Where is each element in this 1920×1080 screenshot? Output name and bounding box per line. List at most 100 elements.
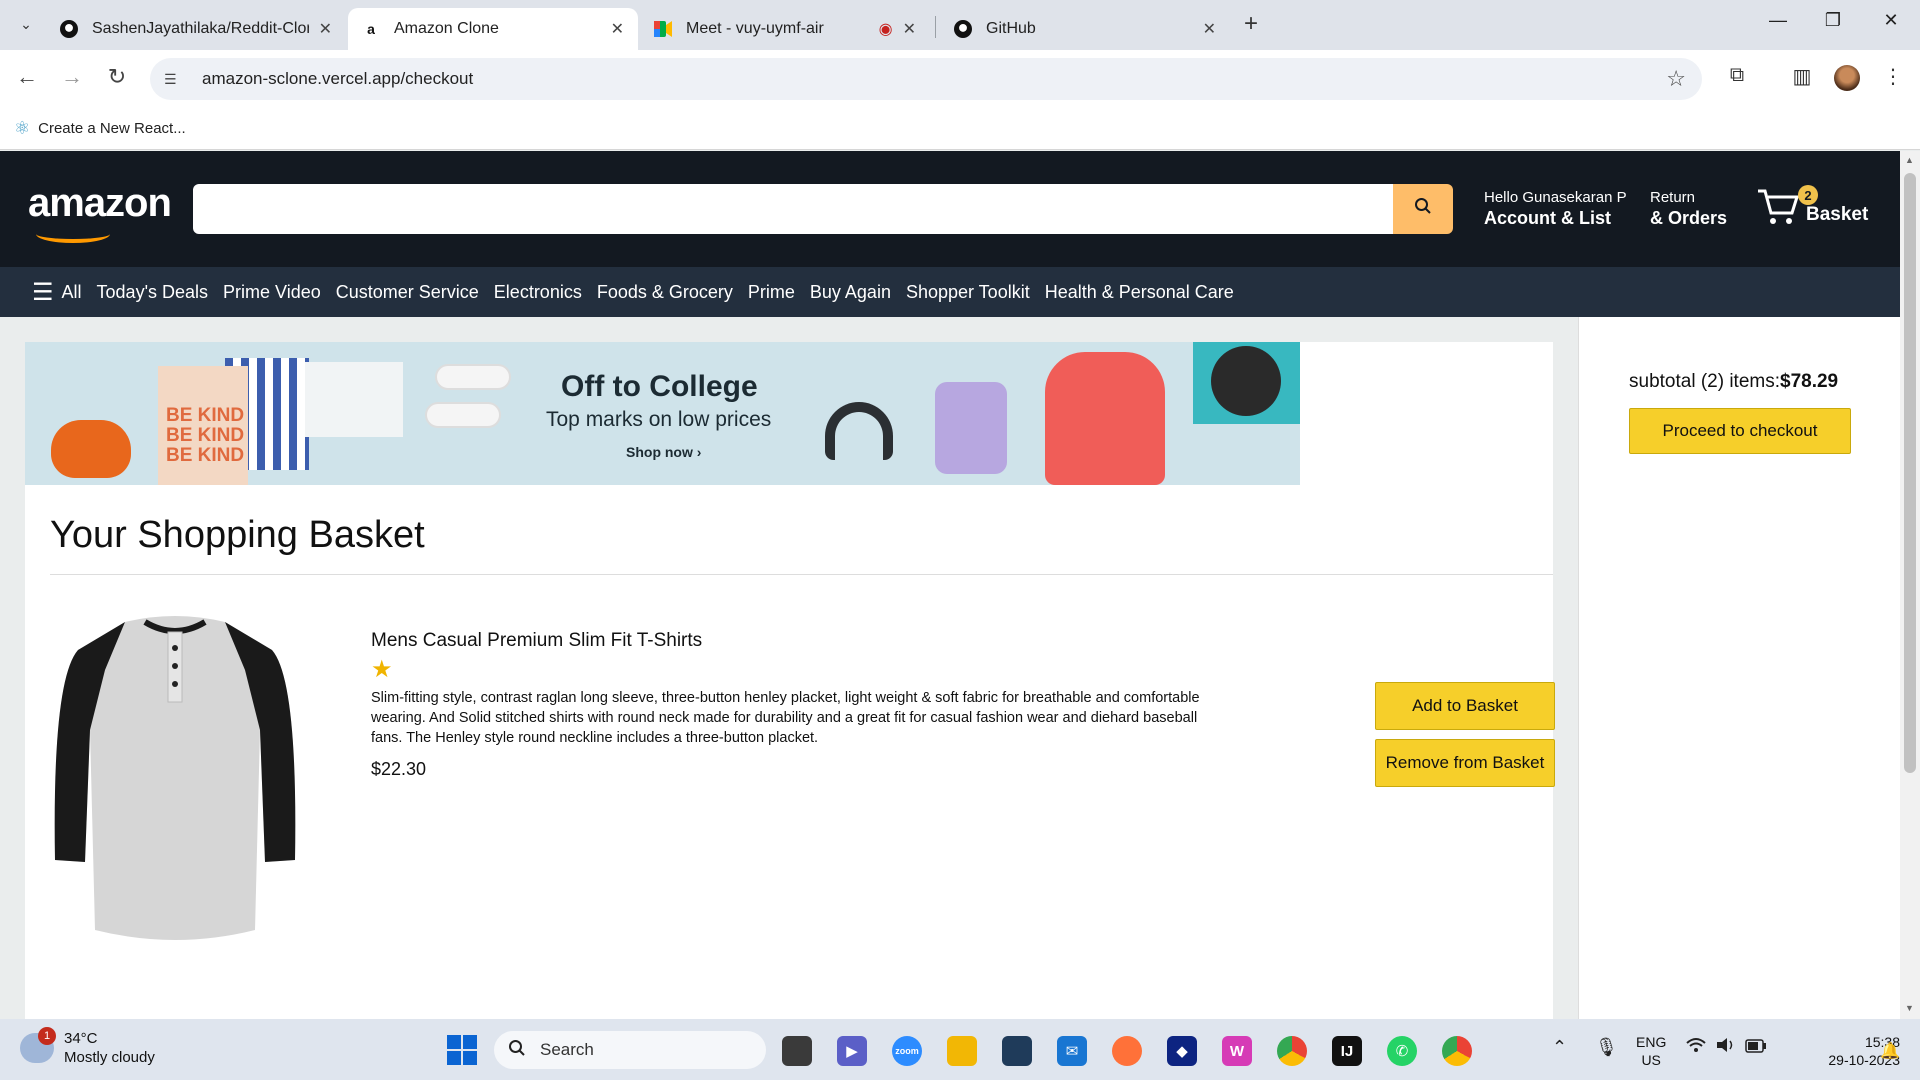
- search-icon: [1414, 197, 1432, 221]
- lunchbox-image: [935, 382, 1007, 474]
- add-to-basket-button[interactable]: Add to Basket: [1375, 682, 1555, 730]
- wifi-icon[interactable]: [1686, 1037, 1706, 1058]
- tab-github[interactable]: GitHub ✕: [940, 8, 1230, 50]
- restore-icon[interactable]: ❐: [1813, 10, 1853, 31]
- nav-all[interactable]: All: [62, 282, 82, 303]
- nav-customer-service[interactable]: Customer Service: [336, 282, 479, 303]
- shirt-print-text: BE KIND: [166, 445, 245, 466]
- bookmark-create-react[interactable]: ⚛ Create a New React...: [14, 118, 186, 139]
- hair-clips-image: [305, 362, 403, 437]
- scroll-down-arrow-icon[interactable]: ▼: [1905, 1003, 1914, 1013]
- search-button[interactable]: [1393, 184, 1453, 234]
- site-info-icon[interactable]: ☰: [164, 71, 190, 88]
- battery-icon[interactable]: [1745, 1037, 1767, 1058]
- input-language[interactable]: ENG US: [1636, 1033, 1666, 1069]
- show-hidden-icons-chevron-icon[interactable]: ⌃: [1552, 1037, 1567, 1058]
- teams-meet-icon[interactable]: ▶: [837, 1036, 867, 1066]
- hamburger-menu-icon[interactable]: ☰: [32, 278, 54, 307]
- new-tab-plus-icon[interactable]: +: [1244, 10, 1258, 38]
- scrollbar-thumb[interactable]: [1904, 173, 1916, 773]
- store-icon[interactable]: [1002, 1036, 1032, 1066]
- subtotal-text: subtotal (2) items:$78.29: [1629, 371, 1838, 393]
- profile-avatar[interactable]: [1834, 65, 1860, 91]
- url-bar[interactable]: ☰ amazon-sclone.vercel.app/checkout ☆: [150, 58, 1702, 100]
- nav-health-personal-care[interactable]: Health & Personal Care: [1045, 282, 1234, 303]
- tab-search-chevron-icon[interactable]: ⌄: [14, 12, 38, 36]
- basket-product: Mens Casual Premium Slim Fit T-Shirts ★ …: [50, 592, 1555, 942]
- account-menu[interactable]: Hello Gunasekaran P Account & List: [1484, 189, 1627, 229]
- reload-icon[interactable]: ↻: [102, 64, 132, 90]
- side-panel-icon[interactable]: ▥: [1787, 64, 1817, 89]
- weather-widget[interactable]: 1 34°C Mostly cloudy: [20, 1027, 155, 1067]
- menu-kebab-icon[interactable]: ⋮: [1878, 64, 1908, 89]
- lang-line1: ENG: [1636, 1034, 1667, 1050]
- url-text: amazon-sclone.vercel.app/checkout: [202, 69, 474, 88]
- close-icon[interactable]: ✕: [903, 19, 916, 39]
- checkout-page: BE KIND BE KIND BE KIND Off to College T…: [0, 317, 1900, 1019]
- extensions-icon[interactable]: ⧉: [1722, 64, 1752, 87]
- mail-icon[interactable]: ✉: [1057, 1036, 1087, 1066]
- chrome-icon[interactable]: [1277, 1036, 1307, 1066]
- file-explorer-icon[interactable]: [947, 1036, 977, 1066]
- minimize-icon[interactable]: —: [1758, 10, 1798, 31]
- tab-amazon-clone[interactable]: a Amazon Clone ✕: [348, 8, 638, 50]
- notification-bell-icon[interactable]: 🔔: [1880, 1041, 1900, 1061]
- close-icon[interactable]: ✕: [611, 19, 624, 39]
- slipper-image: [425, 402, 501, 428]
- nav-todays-deals[interactable]: Today's Deals: [97, 282, 209, 303]
- ad-banner[interactable]: BE KIND BE KIND BE KIND Off to College T…: [25, 342, 1300, 485]
- basket-link[interactable]: 2 Basket: [1756, 185, 1868, 234]
- bookmark-star-icon[interactable]: ☆: [1666, 66, 1686, 92]
- taskbar-search-label: Search: [540, 1040, 594, 1059]
- ad-shop-now[interactable]: Shop now ›: [626, 444, 701, 460]
- nav-prime[interactable]: Prime: [748, 282, 795, 303]
- zoom-icon[interactable]: zoom: [892, 1036, 922, 1066]
- weather-badge: 1: [38, 1027, 56, 1045]
- returns-orders[interactable]: Return & Orders: [1650, 189, 1727, 229]
- close-icon[interactable]: ✕: [319, 19, 332, 39]
- tab-label: SashenJayathilaka/Reddit-Clon: [92, 20, 309, 37]
- close-window-icon[interactable]: ✕: [1871, 10, 1911, 31]
- volume-icon[interactable]: [1716, 1037, 1736, 1058]
- nav-buy-again[interactable]: Buy Again: [810, 282, 891, 303]
- taskbar-search[interactable]: Search: [494, 1031, 766, 1069]
- nav-prime-video[interactable]: Prime Video: [223, 282, 321, 303]
- search-icon: [508, 1039, 526, 1062]
- remove-from-basket-button[interactable]: Remove from Basket: [1375, 739, 1555, 787]
- ad-headline: Off to College: [561, 370, 758, 403]
- bookmarks-bar: ⚛ Create a New React...: [0, 108, 1920, 150]
- intellij-icon[interactable]: IJ: [1332, 1036, 1362, 1066]
- github-icon: [60, 20, 78, 38]
- returns-line1: Return: [1650, 189, 1696, 206]
- chrome-profile-icon[interactable]: [1442, 1036, 1472, 1066]
- amazon-logo[interactable]: amazon: [28, 181, 172, 226]
- sub-navigation: ☰ All Today's Deals Prime Video Customer…: [0, 267, 1900, 317]
- basket-count-badge: 2: [1798, 185, 1818, 205]
- cloud-icon: 1: [20, 1027, 56, 1063]
- dropbox-icon[interactable]: ◆: [1167, 1036, 1197, 1066]
- product-title[interactable]: Mens Casual Premium Slim Fit T-Shirts: [371, 630, 702, 652]
- nav-shopper-toolkit[interactable]: Shopper Toolkit: [906, 282, 1030, 303]
- back-arrow-icon[interactable]: ←: [12, 64, 42, 90]
- windows-start-icon[interactable]: [447, 1035, 477, 1065]
- forward-arrow-icon[interactable]: →: [57, 64, 87, 90]
- microphone-icon[interactable]: 🎙: [1595, 1037, 1618, 1058]
- backpack-image: [1045, 352, 1165, 485]
- cart-icon: [1756, 187, 1800, 234]
- close-icon[interactable]: ✕: [1203, 19, 1216, 39]
- tab-meet[interactable]: Meet - vuy-uymf-air ◉ ✕: [640, 8, 930, 50]
- nav-electronics[interactable]: Electronics: [494, 282, 582, 303]
- nav-foods-grocery[interactable]: Foods & Grocery: [597, 282, 733, 303]
- tab-reddit-clone[interactable]: SashenJayathilaka/Reddit-Clon ✕: [46, 8, 346, 50]
- slipper-image: [435, 364, 511, 390]
- account-list-label: Account & List: [1484, 208, 1612, 228]
- recording-icon: ◉: [878, 21, 893, 38]
- proceed-to-checkout-button[interactable]: Proceed to checkout: [1629, 408, 1851, 454]
- task-view-icon[interactable]: [782, 1036, 812, 1066]
- wps-office-icon[interactable]: W: [1222, 1036, 1252, 1066]
- search-input[interactable]: [193, 184, 1393, 234]
- scroll-up-arrow-icon[interactable]: ▲: [1905, 155, 1914, 165]
- whatsapp-icon[interactable]: ✆: [1387, 1036, 1417, 1066]
- page-scrollbar[interactable]: ▲ ▼: [1900, 151, 1920, 1019]
- firefox-icon[interactable]: [1112, 1036, 1142, 1066]
